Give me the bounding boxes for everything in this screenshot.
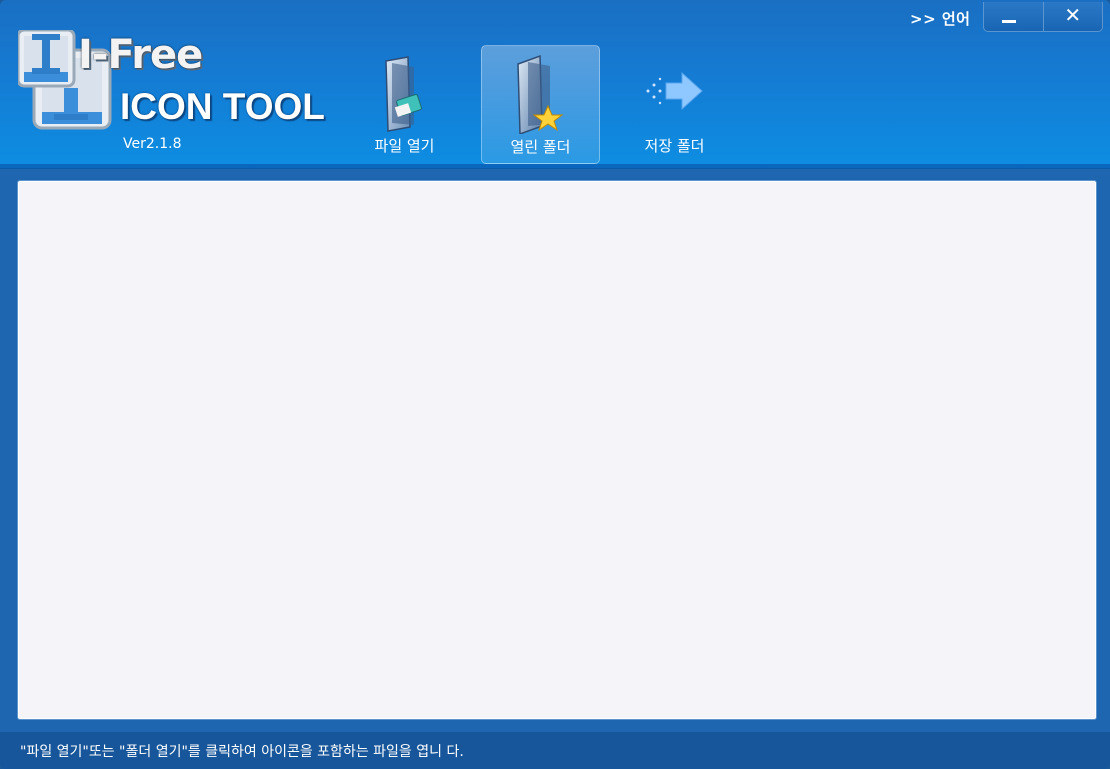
file-open-label: 파일 열기: [374, 137, 435, 155]
file-open-button[interactable]: 파일 열기: [346, 45, 463, 162]
save-folder-icon: [646, 71, 703, 111]
close-icon: ✕: [1064, 3, 1082, 27]
version-label: Ver2.1.8: [123, 136, 182, 152]
app-title: ICON TOOL: [120, 86, 325, 127]
app-window: I-Free ICON TOOL Ver2.1.8 파일 열기 열린 폴더 저장…: [0, 0, 1110, 769]
window-controls: ✕: [983, 2, 1103, 32]
save-folder-label: 저장 폴더: [644, 137, 705, 155]
app-logo: I-Free ICON TOOL Ver2.1.8: [18, 30, 338, 160]
close-button[interactable]: ✕: [1042, 2, 1103, 31]
status-text: "파일 열기"또는 "폴더 열기"를 클릭하여 아이콘을 포함하는 파일을 엽니…: [20, 744, 464, 760]
minimize-button[interactable]: [984, 2, 1043, 31]
save-folder-button[interactable]: 저장 폴더: [616, 45, 733, 162]
language-link[interactable]: >> 언어: [910, 8, 970, 29]
logo-prefix: I-Free: [78, 32, 203, 78]
status-bar: "파일 열기"또는 "폴더 열기"를 클릭하여 아이콘을 포함하는 파일을 엽니…: [0, 732, 1110, 769]
open-folder-icon: [517, 54, 564, 134]
open-folder-label: 열린 폴더: [510, 138, 571, 156]
header: I-Free ICON TOOL Ver2.1.8 파일 열기 열린 폴더 저장…: [0, 0, 1110, 169]
minimize-icon: [1002, 20, 1016, 23]
file-open-icon: [385, 56, 422, 132]
open-folder-button[interactable]: 열린 폴더: [481, 45, 600, 164]
icon-list-panel[interactable]: [17, 180, 1097, 720]
